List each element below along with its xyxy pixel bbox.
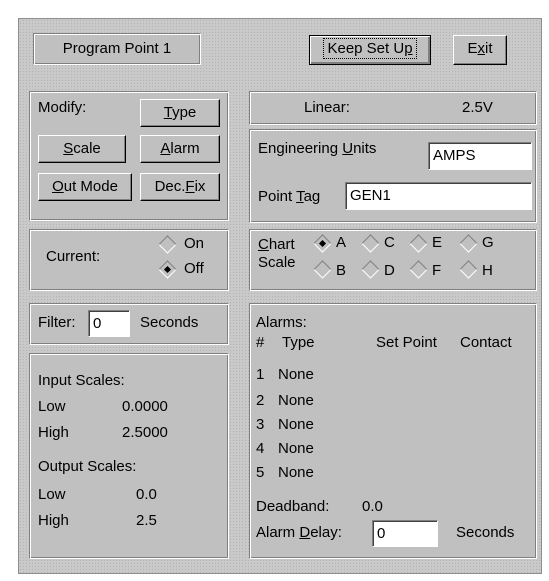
modify-label: Modify: — [38, 99, 87, 116]
chart-scale-panel: Chart Scale A C E G B D F H — [249, 229, 537, 291]
type-button[interactable]: Type — [140, 99, 220, 127]
chart-scale-g-radio[interactable] — [459, 234, 478, 253]
exit-button[interactable]: Exit — [453, 35, 507, 65]
input-low-label: Low — [38, 398, 66, 415]
chart-scale-a-label: A — [336, 234, 347, 251]
alarms-col-type: Type — [282, 334, 315, 351]
chart-scale-d-label: D — [384, 262, 395, 279]
alarms-panel: Alarms: # Type Set Point Contact 1 None … — [249, 303, 537, 559]
out-mode-button[interactable]: Out Mode — [38, 173, 132, 201]
alarm-row-5-num: 5 — [256, 464, 265, 481]
chart-scale-h-radio[interactable] — [459, 260, 478, 279]
output-low-label: Low — [38, 486, 66, 503]
chart-scale-f-radio[interactable] — [409, 260, 428, 279]
linear-panel: Linear: 2.5V — [249, 91, 537, 125]
chart-scale-d-radio[interactable] — [361, 260, 380, 279]
chart-scale-label: Chart Scale — [258, 236, 296, 271]
point-tag-label: Point Tag — [258, 188, 321, 205]
deadband-label: Deadband: — [256, 498, 330, 515]
output-high-label: High — [38, 512, 69, 529]
chart-scale-a-radio[interactable] — [313, 234, 332, 253]
alarm-delay-unit: Seconds — [456, 524, 515, 541]
linear-value: 2.5V — [462, 99, 493, 116]
current-off-label: Off — [184, 260, 204, 277]
engineering-units-label: Engineering Units — [258, 140, 377, 157]
output-high-value: 2.5 — [136, 512, 157, 529]
point-tag-field[interactable]: GEN1 — [345, 182, 532, 210]
engineering-units-field[interactable]: AMPS — [428, 142, 532, 170]
alarm-delay-field[interactable]: 0 — [372, 520, 438, 547]
alarm-row-1-type: None — [278, 366, 314, 383]
modify-panel: Modify: Type Scale Alarm Out Mode Dec.Fi… — [29, 91, 229, 221]
alarm-row-3-type: None — [278, 416, 314, 433]
current-on-radio[interactable] — [158, 235, 177, 254]
alarm-button[interactable]: Alarm — [140, 135, 220, 163]
alarm-row-1-num: 1 — [256, 366, 265, 383]
scales-panel: Input Scales: Low 0.0000 High 2.5000 Out… — [29, 353, 229, 559]
alarms-col-num: # — [256, 334, 265, 351]
current-on-label: On — [184, 235, 205, 252]
alarm-row-4-num: 4 — [256, 440, 265, 457]
alarms-title: Alarms: — [256, 314, 307, 331]
chart-scale-c-radio[interactable] — [361, 234, 380, 253]
alarms-col-contact: Contact — [460, 334, 512, 351]
chart-scale-e-label: E — [432, 234, 443, 251]
alarm-row-5-type: None — [278, 464, 314, 481]
chart-scale-g-label: G — [482, 234, 494, 251]
program-point-label: Program Point 1 — [62, 40, 172, 57]
alarm-row-3-num: 3 — [256, 416, 265, 433]
filter-unit: Seconds — [140, 314, 199, 331]
chart-scale-c-label: C — [384, 234, 395, 251]
chart-scale-e-radio[interactable] — [409, 234, 428, 253]
chart-scale-b-radio[interactable] — [313, 260, 332, 279]
chart-scale-b-label: B — [336, 262, 347, 279]
current-label: Current: — [46, 248, 101, 265]
units-panel: Engineering Units AMPS Point Tag GEN1 — [249, 129, 537, 223]
linear-label: Linear: — [304, 99, 350, 116]
current-off-radio[interactable] — [158, 260, 177, 279]
current-panel: Current: On Off — [29, 229, 229, 291]
input-low-value: 0.0000 — [122, 398, 168, 415]
alarms-col-setpoint: Set Point — [376, 334, 437, 351]
alarm-row-2-num: 2 — [256, 392, 265, 409]
chart-scale-h-label: H — [482, 262, 493, 279]
alarm-delay-label: Alarm Delay: — [256, 524, 342, 541]
input-scales-title: Input Scales: — [38, 372, 125, 389]
output-scales-title: Output Scales: — [38, 458, 137, 475]
scale-button[interactable]: Scale — [38, 135, 126, 163]
alarm-row-2-type: None — [278, 392, 314, 409]
filter-label: Filter: — [38, 314, 76, 331]
filter-field[interactable]: 0 — [88, 310, 130, 337]
input-high-value: 2.5000 — [122, 424, 168, 441]
keep-setup-button[interactable]: Keep Set Up — [309, 35, 431, 65]
filter-panel: Filter: 0 Seconds — [29, 303, 229, 345]
output-low-value: 0.0 — [136, 486, 157, 503]
alarm-row-4-type: None — [278, 440, 314, 457]
input-high-label: High — [38, 424, 69, 441]
deadband-value: 0.0 — [362, 498, 383, 515]
setup-dialog: Program Point 1 Keep Set Up Exit Modify:… — [18, 18, 542, 574]
program-point-panel: Program Point 1 — [33, 33, 201, 65]
dec-fix-button[interactable]: Dec.Fix — [140, 173, 220, 201]
chart-scale-f-label: F — [432, 262, 442, 279]
